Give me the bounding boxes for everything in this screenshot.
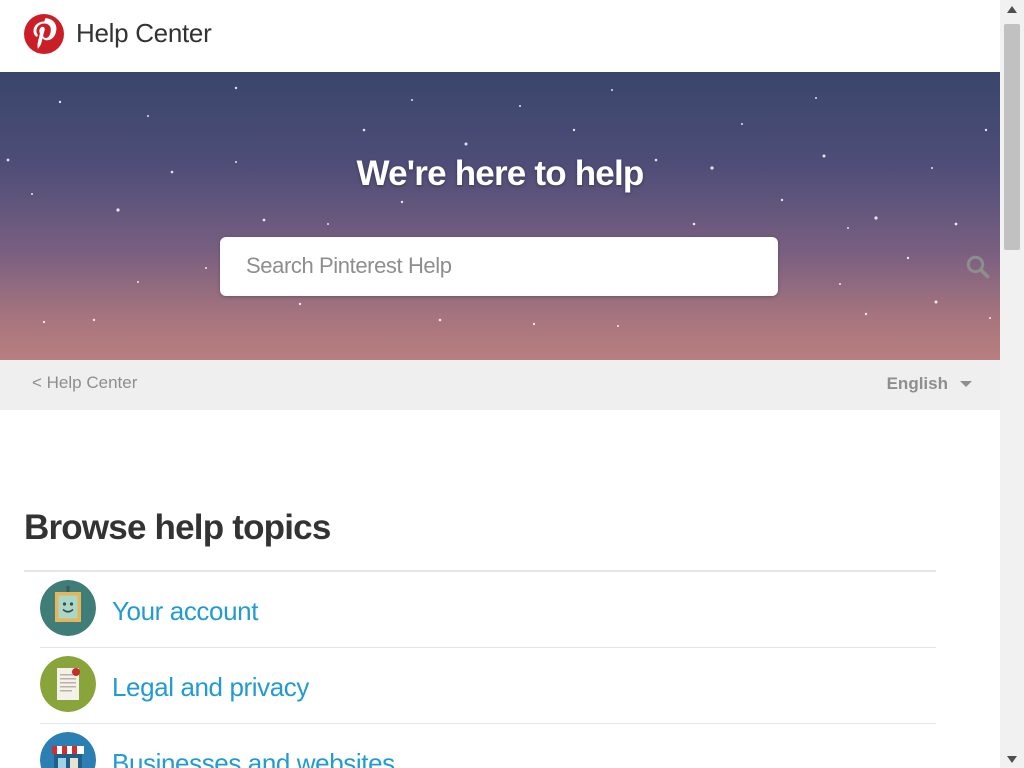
- starry-sky-background: [6, 86, 991, 327]
- topic-label[interactable]: Businesses and websites: [112, 748, 395, 768]
- browse-topics-heading: Browse help topics: [24, 508, 331, 547]
- topic-item-your-account[interactable]: Your account: [40, 572, 936, 648]
- scroll-down-arrow-icon[interactable]: [1000, 750, 1024, 768]
- language-label: English: [886, 374, 948, 393]
- search-input[interactable]: [234, 245, 748, 287]
- document-icon: [40, 656, 96, 712]
- picture-frame-icon: [40, 580, 96, 636]
- topic-item-businesses-and-websites[interactable]: Businesses and websites: [40, 724, 936, 768]
- topic-label[interactable]: Your account: [112, 596, 258, 627]
- search-box: [220, 237, 990, 296]
- search-icon[interactable]: [958, 237, 998, 296]
- scroll-up-arrow-icon[interactable]: [1000, 0, 1024, 18]
- breadcrumb-bar: < Help Center English: [0, 360, 1000, 410]
- scrollbar-thumb[interactable]: [1004, 24, 1020, 250]
- topic-list: Your account Legal and privacy Businesse…: [40, 572, 936, 768]
- hero-banner: We're here to help: [0, 72, 1000, 360]
- vertical-scrollbar[interactable]: [1000, 0, 1024, 768]
- top-header: Help Center: [0, 0, 1000, 72]
- language-selector[interactable]: English: [887, 374, 972, 394]
- hero-heading: We're here to help: [356, 154, 645, 193]
- header-title[interactable]: Help Center: [76, 18, 212, 49]
- pinterest-logo-icon[interactable]: [24, 14, 64, 54]
- topic-item-legal-and-privacy[interactable]: Legal and privacy: [40, 648, 936, 724]
- caret-down-icon: [960, 381, 972, 387]
- breadcrumb-help-center-link[interactable]: < Help Center: [32, 373, 137, 393]
- topic-label[interactable]: Legal and privacy: [112, 672, 309, 703]
- storefront-icon: [40, 732, 96, 768]
- help-center-page: Help Center We're here to help Search Pi…: [0, 0, 1000, 768]
